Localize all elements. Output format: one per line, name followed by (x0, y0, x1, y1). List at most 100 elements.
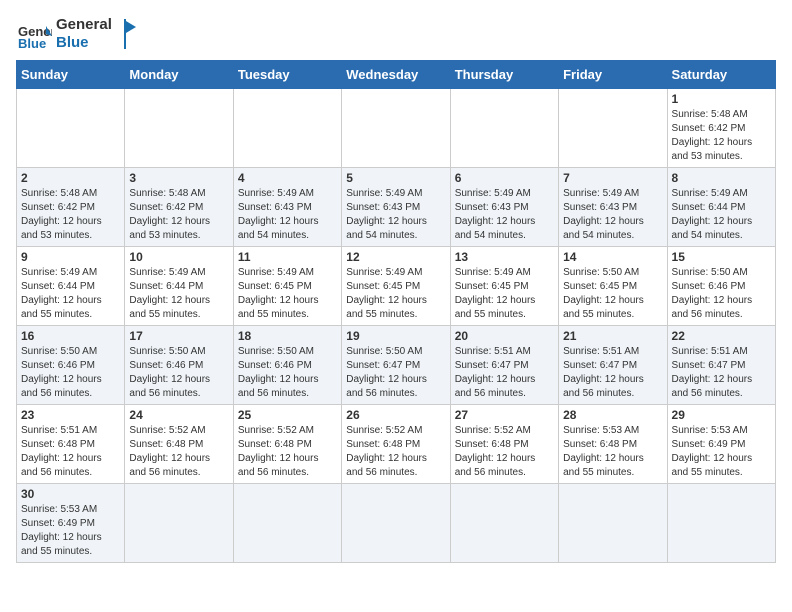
calendar-cell: 16Sunrise: 5:50 AM Sunset: 6:46 PM Dayli… (17, 326, 125, 405)
day-info: Sunrise: 5:51 AM Sunset: 6:47 PM Dayligh… (672, 345, 771, 401)
calendar-cell: 25 Sunrise: 5:52 AM Sunset: 6:48 PM Dayli… (233, 405, 341, 484)
logo-blue: Blue (56, 34, 112, 52)
day-info: Sunrise: 5:49 AM Sunset: 6:43 PM Dayligh… (238, 187, 337, 243)
calendar-cell: 3 Sunrise: 5:48 AM Sunset: 6:42 PM Daylig… (125, 168, 233, 247)
logo-general: General (56, 16, 112, 34)
calendar-cell: 14Sunrise: 5:50 AM Sunset: 6:45 PM Dayli… (559, 247, 667, 326)
calendar-cell: 21Sunrise: 5:51 AM Sunset: 6:47 PM Dayli… (559, 326, 667, 405)
calendar-cell: 26 Sunrise: 5:52 AM Sunset: 6:48 PM Dayli… (342, 405, 450, 484)
calendar-cell: 5Sunrise: 5:49 AM Sunset: 6:43 PM Daylig… (342, 168, 450, 247)
day-number: 11 (238, 250, 337, 264)
day-number: 12 (346, 250, 445, 264)
day-info: Sunrise: 5:50 AM Sunset: 6:46 PM Dayligh… (672, 266, 771, 322)
calendar-cell (450, 89, 558, 168)
day-info: Sunrise: 5:49 AM Sunset: 6:45 PM Dayligh… (238, 266, 337, 322)
day-number: 10 (129, 250, 228, 264)
calendar-cell (450, 484, 558, 563)
calendar-cell (233, 89, 341, 168)
calendar-cell (559, 89, 667, 168)
day-number: 3 (129, 171, 228, 185)
day-info: Sunrise: 5:48 AM Sunset: 6:42 PM Dayligh… (21, 187, 120, 243)
calendar-cell (342, 89, 450, 168)
day-number: 15 (672, 250, 771, 264)
calendar-cell: 13Sunrise: 5:49 AM Sunset: 6:45 PM Dayli… (450, 247, 558, 326)
calendar-cell (667, 484, 775, 563)
weekday-header-monday: Monday (125, 61, 233, 89)
day-number: 16 (21, 329, 120, 343)
weekday-header-row: SundayMondayTuesdayWednesdayThursdayFrid… (17, 61, 776, 89)
weekday-header-tuesday: Tuesday (233, 61, 341, 89)
calendar-cell: 8 Sunrise: 5:49 AM Sunset: 6:44 PM Daylig… (667, 168, 775, 247)
logo: General Blue General Blue (16, 16, 136, 52)
day-number: 4 (238, 171, 337, 185)
day-number: 19 (346, 329, 445, 343)
calendar-week-row: 23 Sunrise: 5:51 AM Sunset: 6:48 PM Dayli… (17, 405, 776, 484)
day-info: Sunrise: 5:49 AM Sunset: 6:45 PM Dayligh… (346, 266, 445, 322)
day-info: Sunrise: 5:51 AM Sunset: 6:47 PM Dayligh… (563, 345, 662, 401)
calendar-cell: 7Sunrise: 5:49 AM Sunset: 6:43 PM Daylig… (559, 168, 667, 247)
day-number: 24 (129, 408, 228, 422)
calendar-cell: 22 Sunrise: 5:51 AM Sunset: 6:47 PM Dayli… (667, 326, 775, 405)
day-info: Sunrise: 5:49 AM Sunset: 6:43 PM Dayligh… (455, 187, 554, 243)
calendar-cell: 11 Sunrise: 5:49 AM Sunset: 6:45 PM Dayli… (233, 247, 341, 326)
day-number: 23 (21, 408, 120, 422)
day-number: 29 (672, 408, 771, 422)
calendar-cell: 2 Sunrise: 5:48 AM Sunset: 6:42 PM Daylig… (17, 168, 125, 247)
weekday-header-thursday: Thursday (450, 61, 558, 89)
day-number: 26 (346, 408, 445, 422)
calendar-cell: 1 Sunrise: 5:48 AM Sunset: 6:42 PM Daylig… (667, 89, 775, 168)
calendar-cell (342, 484, 450, 563)
day-number: 1 (672, 92, 771, 106)
calendar-cell: 30 Sunrise: 5:53 AM Sunset: 6:49 PM Dayli… (17, 484, 125, 563)
calendar-week-row: 16 Sunrise: 5:50 AM Sunset: 6:46 PM Dayli… (17, 326, 776, 405)
calendar-cell: 29 Sunrise: 5:53 AM Sunset: 6:49 PM Dayli… (667, 405, 775, 484)
day-info: Sunrise: 5:48 AM Sunset: 6:42 PM Dayligh… (129, 187, 228, 243)
day-number: 9 (21, 250, 120, 264)
day-info: Sunrise: 5:52 AM Sunset: 6:48 PM Dayligh… (129, 424, 228, 480)
day-info: Sunrise: 5:52 AM Sunset: 6:48 PM Dayligh… (238, 424, 337, 480)
day-info: Sunrise: 5:53 AM Sunset: 6:49 PM Dayligh… (672, 424, 771, 480)
day-number: 22 (672, 329, 771, 343)
weekday-header-sunday: Sunday (17, 61, 125, 89)
calendar-cell: 15 Sunrise: 5:50 AM Sunset: 6:46 PM Dayli… (667, 247, 775, 326)
day-number: 13 (455, 250, 554, 264)
svg-text:Blue: Blue (18, 36, 46, 51)
day-info: Sunrise: 5:52 AM Sunset: 6:48 PM Dayligh… (346, 424, 445, 480)
day-number: 14 (563, 250, 662, 264)
day-info: Sunrise: 5:53 AM Sunset: 6:48 PM Dayligh… (563, 424, 662, 480)
day-number: 8 (672, 171, 771, 185)
day-number: 20 (455, 329, 554, 343)
day-info: Sunrise: 5:52 AM Sunset: 6:48 PM Dayligh… (455, 424, 554, 480)
day-info: Sunrise: 5:51 AM Sunset: 6:47 PM Dayligh… (455, 345, 554, 401)
calendar-week-row: 2 Sunrise: 5:48 AM Sunset: 6:42 PM Daylig… (17, 168, 776, 247)
day-info: Sunrise: 5:50 AM Sunset: 6:46 PM Dayligh… (238, 345, 337, 401)
logo-icon: General Blue (16, 16, 52, 52)
day-info: Sunrise: 5:53 AM Sunset: 6:49 PM Dayligh… (21, 503, 120, 559)
day-number: 28 (563, 408, 662, 422)
day-info: Sunrise: 5:50 AM Sunset: 6:47 PM Dayligh… (346, 345, 445, 401)
calendar-week-row: 30 Sunrise: 5:53 AM Sunset: 6:49 PM Dayli… (17, 484, 776, 563)
day-info: Sunrise: 5:51 AM Sunset: 6:48 PM Dayligh… (21, 424, 120, 480)
weekday-header-friday: Friday (559, 61, 667, 89)
day-number: 18 (238, 329, 337, 343)
calendar-cell (125, 89, 233, 168)
calendar-cell: 27 Sunrise: 5:52 AM Sunset: 6:48 PM Dayli… (450, 405, 558, 484)
day-info: Sunrise: 5:48 AM Sunset: 6:42 PM Dayligh… (672, 108, 771, 164)
page-header: General Blue General Blue (16, 16, 776, 52)
day-number: 30 (21, 487, 120, 501)
weekday-header-saturday: Saturday (667, 61, 775, 89)
calendar-cell (559, 484, 667, 563)
day-info: Sunrise: 5:49 AM Sunset: 6:43 PM Dayligh… (563, 187, 662, 243)
calendar-cell: 20 Sunrise: 5:51 AM Sunset: 6:47 PM Dayli… (450, 326, 558, 405)
day-info: Sunrise: 5:49 AM Sunset: 6:44 PM Dayligh… (129, 266, 228, 322)
day-number: 2 (21, 171, 120, 185)
day-number: 25 (238, 408, 337, 422)
calendar-cell: 18 Sunrise: 5:50 AM Sunset: 6:46 PM Dayli… (233, 326, 341, 405)
calendar-cell (17, 89, 125, 168)
calendar-week-row: 9 Sunrise: 5:49 AM Sunset: 6:44 PM Daylig… (17, 247, 776, 326)
calendar-cell: 23 Sunrise: 5:51 AM Sunset: 6:48 PM Dayli… (17, 405, 125, 484)
day-info: Sunrise: 5:49 AM Sunset: 6:44 PM Dayligh… (672, 187, 771, 243)
day-number: 27 (455, 408, 554, 422)
weekday-header-wednesday: Wednesday (342, 61, 450, 89)
calendar-cell: 9Sunrise: 5:49 AM Sunset: 6:44 PM Daylig… (17, 247, 125, 326)
